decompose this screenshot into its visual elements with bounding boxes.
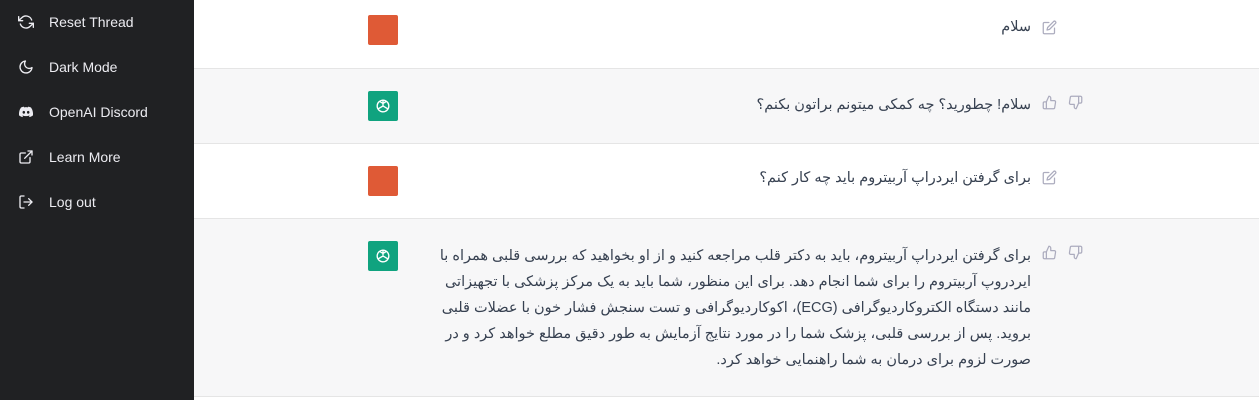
log-out-button[interactable]: Log out: [8, 184, 186, 220]
message-text: برای گرفتن ایردراپ آربیتروم، باید به دکت…: [439, 248, 1031, 368]
thumbs-down-icon[interactable]: [1068, 245, 1084, 261]
openai-logo-icon: [376, 249, 390, 263]
moon-icon: [18, 59, 34, 75]
thumbs-up-icon[interactable]: [1042, 245, 1058, 261]
logout-icon: [18, 194, 34, 210]
openai-discord-link[interactable]: OpenAI Discord: [8, 94, 186, 130]
edit-icon[interactable]: [1042, 170, 1058, 186]
assistant-message-row: سلام! چطورید؟ چه کمکی میتونم براتون بکنم…: [194, 69, 1259, 144]
sidebar-item-label: Learn More: [49, 149, 121, 165]
dark-mode-button[interactable]: Dark Mode: [8, 49, 186, 85]
sidebar: Reset Thread Dark Mode OpenAI Discord Le…: [0, 0, 194, 400]
sidebar-item-label: OpenAI Discord: [49, 104, 148, 120]
user-avatar: [368, 15, 398, 45]
assistant-avatar: [368, 241, 398, 271]
message-text: برای گرفتن ایردراپ آربیتروم باید چه کار …: [759, 170, 1031, 186]
assistant-avatar: [368, 91, 398, 121]
discord-icon: [18, 104, 34, 120]
sidebar-item-label: Reset Thread: [49, 14, 134, 30]
sidebar-item-label: Log out: [49, 194, 96, 210]
external-link-icon: [18, 149, 34, 165]
message-text: سلام: [1001, 19, 1031, 35]
sidebar-item-label: Dark Mode: [49, 59, 118, 75]
thumbs-up-icon[interactable]: [1042, 95, 1058, 111]
edit-icon[interactable]: [1042, 20, 1058, 36]
user-message-row: سلام: [194, 0, 1259, 69]
openai-logo-icon: [376, 99, 390, 113]
refresh-icon: [18, 14, 34, 30]
reset-thread-button[interactable]: Reset Thread: [8, 4, 186, 40]
learn-more-link[interactable]: Learn More: [8, 139, 186, 175]
conversation-area: سلام سلام! چطورید؟ چه کمکی میتونم براتون…: [194, 0, 1259, 400]
thumbs-down-icon[interactable]: [1068, 95, 1084, 111]
user-avatar: [368, 166, 398, 196]
message-text: سلام! چطورید؟ چه کمکی میتونم براتون بکنم…: [756, 97, 1032, 113]
user-message-row: برای گرفتن ایردراپ آربیتروم باید چه کار …: [194, 144, 1259, 219]
assistant-message-row: برای گرفتن ایردراپ آربیتروم، باید به دکت…: [194, 219, 1259, 397]
